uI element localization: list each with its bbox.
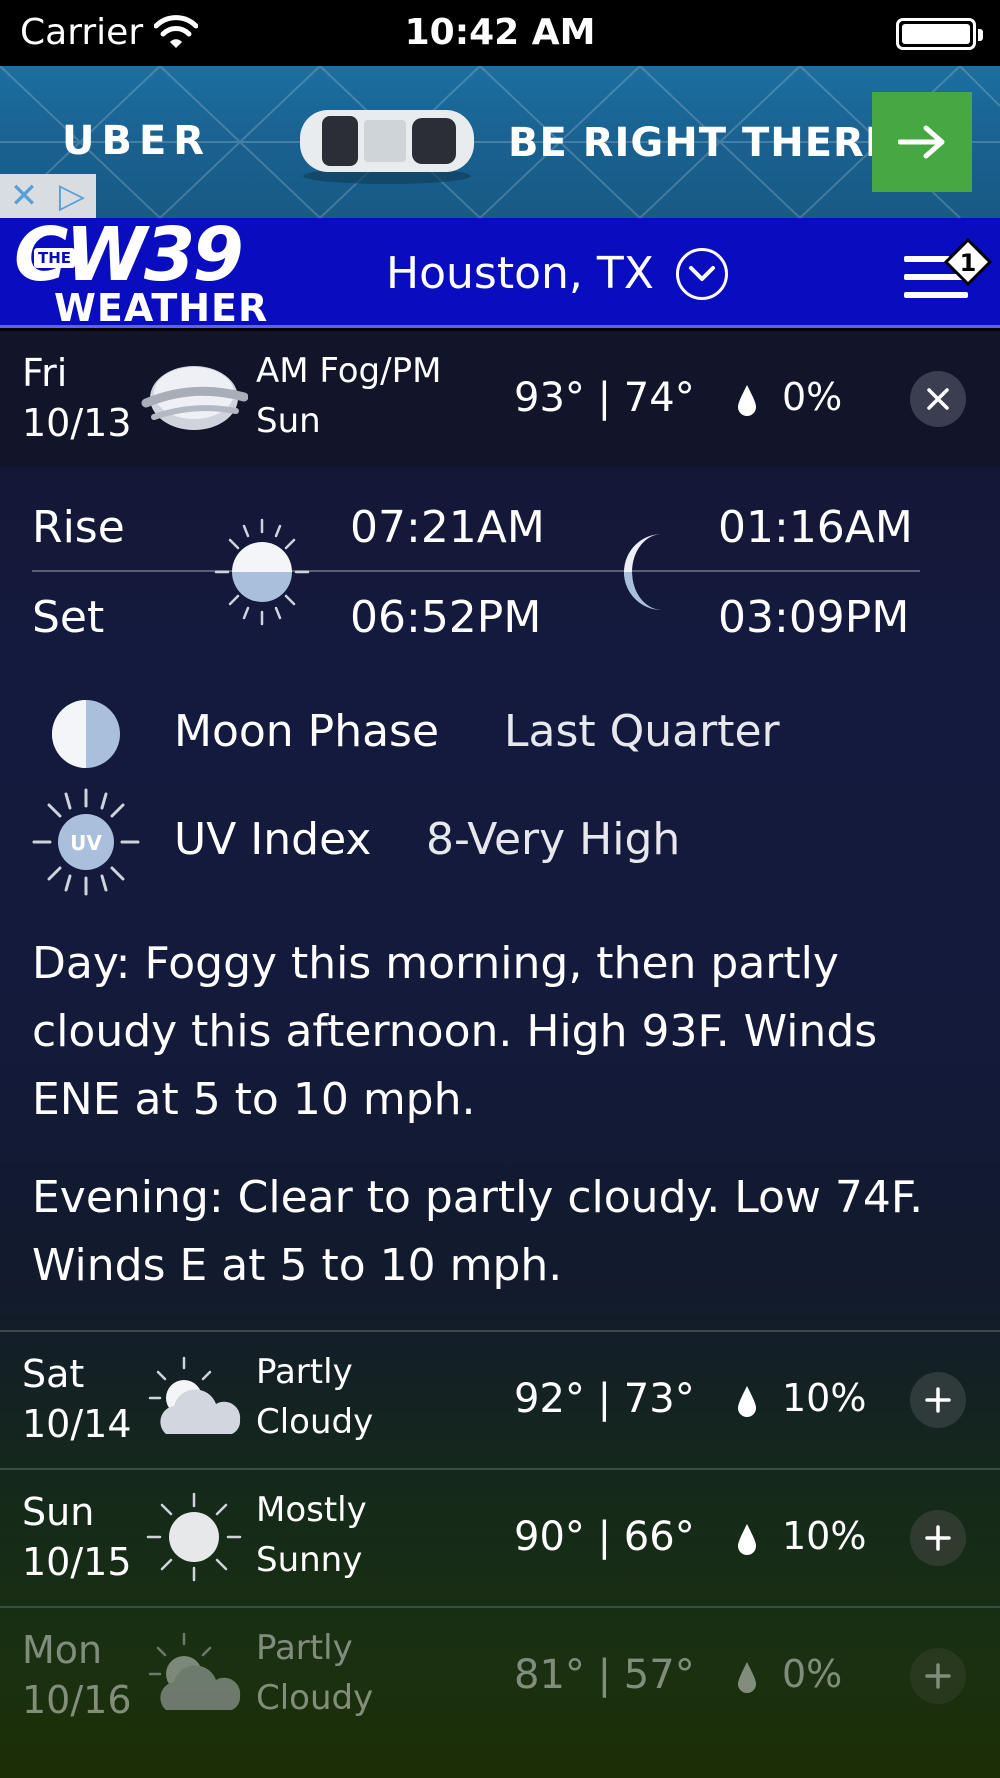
uv-index-label: UV Index	[174, 814, 372, 865]
ad-banner[interactable]: UBER BE RIGHT THERE ✕ ▷	[0, 66, 1000, 218]
clock: 10:42 AM	[404, 12, 596, 53]
moonrise-time: 01:16AM	[718, 502, 913, 553]
sun-horizon-icon	[214, 518, 310, 626]
high-low-temps: 93° | 74°	[514, 375, 695, 421]
sunny-icon	[146, 1492, 242, 1582]
uv-icon-text: UV	[70, 831, 102, 855]
arrow-right-icon	[898, 125, 945, 159]
battery-icon	[896, 18, 983, 50]
moon-phase-icon	[52, 700, 120, 768]
notification-count: 1	[960, 249, 977, 277]
ad-cta-button[interactable]	[872, 92, 972, 192]
condition-line2: Cloudy	[256, 1402, 374, 1442]
raindrop-icon	[738, 1524, 756, 1555]
raindrop-icon	[738, 1386, 756, 1417]
day-name: Sun	[22, 1490, 95, 1534]
day-date: 10/15	[22, 1540, 132, 1584]
uv-index-icon: UV	[32, 788, 140, 896]
high-low-temps: 90° | 66°	[514, 1514, 695, 1560]
day-date: 10/14	[22, 1402, 132, 1446]
day-date: 10/16	[22, 1678, 132, 1722]
raindrop-icon	[738, 1662, 756, 1693]
forecast-row[interactable]: Mon 10/16 Partly Cloudy 81° | 57° 0%	[0, 1608, 1000, 1744]
logo-weather: WEATHER	[54, 286, 269, 330]
station-logo: CW39 THE WEATHER	[14, 212, 304, 330]
condition-line2: Cloudy	[256, 1678, 374, 1718]
sunrise-time: 07:21AM	[350, 502, 545, 553]
expand-button[interactable]	[910, 1372, 966, 1428]
evening-forecast-text: Evening: Clear to partly cloudy. Low 74F…	[32, 1172, 924, 1291]
high-low-temps: 92° | 73°	[514, 1376, 695, 1422]
logo-the: THE	[34, 248, 76, 268]
plus-icon	[925, 1663, 951, 1689]
precip-chance: 0%	[782, 375, 843, 419]
app-header: CW39 THE WEATHER Houston, TX	[0, 212, 1000, 330]
moon-icon	[624, 534, 662, 610]
collapse-button[interactable]	[910, 371, 966, 427]
day-name: Sat	[22, 1352, 85, 1396]
day-forecast-text: Day: Foggy this morning, then partly clo…	[32, 938, 878, 1125]
precip-chance: 10%	[782, 1514, 867, 1558]
condition-line1: AM Fog/PM	[256, 351, 442, 391]
condition-line2: Sun	[256, 401, 321, 441]
fog-icon	[141, 366, 248, 430]
condition-line1: Partly	[256, 1352, 353, 1392]
uv-index-value: 8-Very High	[426, 814, 681, 865]
precip-chance: 0%	[782, 1652, 843, 1696]
expand-button[interactable]	[910, 1648, 966, 1704]
moonset-time: 03:09PM	[718, 592, 910, 643]
moon-phase-label: Moon Phase	[174, 706, 440, 757]
plus-icon	[925, 1387, 951, 1413]
location-title[interactable]: Houston, TX	[386, 248, 654, 299]
day-date: 10/13	[22, 401, 132, 445]
condition-line1: Mostly	[256, 1490, 367, 1530]
car-image	[300, 110, 474, 184]
sunset-time: 06:52PM	[350, 592, 542, 643]
ad-tagline: BE RIGHT THERE	[508, 120, 894, 166]
horizon-line	[32, 570, 920, 572]
forecast-row[interactable]: Sat 10/14 Partly Cloudy 92° | 73° 10%	[0, 1332, 1000, 1468]
day-name: Fri	[22, 351, 68, 395]
condition-line1: Partly	[256, 1628, 353, 1668]
expand-button[interactable]	[910, 1510, 966, 1566]
location-dropdown-button[interactable]	[676, 248, 728, 300]
precip-chance: 10%	[782, 1376, 867, 1420]
status-bar: Carrier 10:42 AM	[0, 0, 1000, 66]
day-name: Mon	[22, 1628, 103, 1672]
rise-label: Rise	[32, 502, 125, 553]
chevron-down-icon	[689, 266, 715, 281]
forecast-row-expanded[interactable]: Fri 10/13 AM Fog/PM Sun 93° | 74° 0%	[0, 331, 1000, 467]
high-low-temps: 81° | 57°	[514, 1652, 695, 1698]
raindrop-icon	[738, 385, 756, 416]
condition-line2: Sunny	[256, 1540, 363, 1580]
forecast-row[interactable]: Sun 10/15 Mostly Sunny 90° | 66° 10%	[0, 1470, 1000, 1606]
notification-badge[interactable]: 1	[944, 238, 992, 286]
partly-cloudy-icon	[148, 1356, 241, 1434]
set-label: Set	[32, 592, 105, 643]
ad-brand: UBER	[62, 118, 212, 164]
plus-icon	[925, 1525, 951, 1551]
partly-cloudy-icon	[148, 1632, 241, 1710]
close-icon	[927, 388, 949, 410]
moon-phase-value: Last Quarter	[504, 706, 780, 757]
